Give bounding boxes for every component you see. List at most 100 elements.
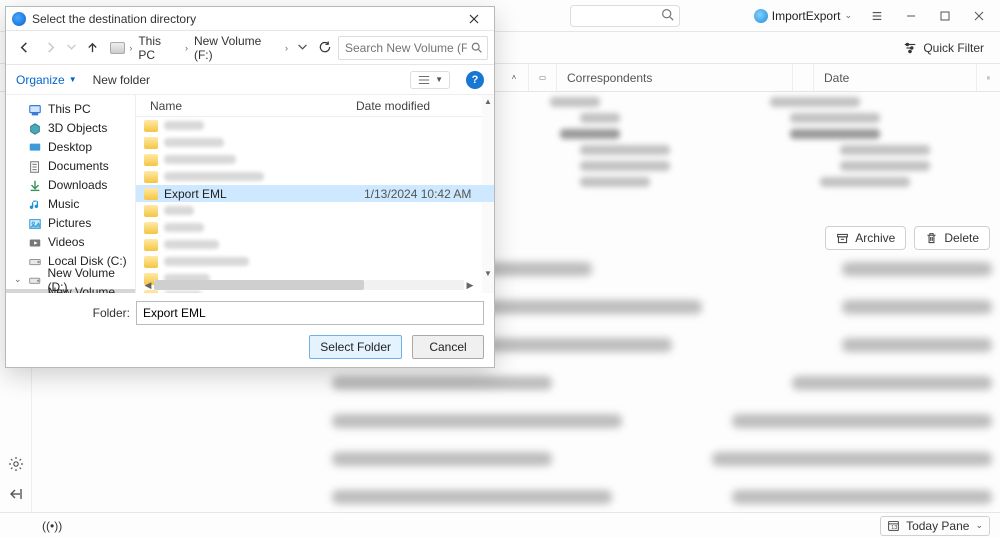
- chevron-right-icon: ›: [285, 43, 288, 53]
- nav-forward-button[interactable]: [38, 36, 62, 60]
- file-name-blurred: [164, 223, 204, 232]
- crumb-volume[interactable]: New Volume (F:): [192, 34, 281, 62]
- tree-item[interactable]: 3D Objects: [6, 118, 135, 137]
- file-name-blurred: [164, 121, 204, 130]
- folder-search-input[interactable]: [338, 36, 488, 60]
- tree-item[interactable]: Music: [6, 194, 135, 213]
- scroll-up-icon[interactable]: ▲: [482, 95, 494, 107]
- today-pane-button[interactable]: 13 Today Pane ⌄: [880, 516, 990, 536]
- file-row[interactable]: [136, 151, 494, 168]
- tree-item-label: Downloads: [48, 178, 107, 192]
- folder-icon: [144, 137, 158, 149]
- hamburger-button[interactable]: [862, 2, 892, 30]
- header-name[interactable]: Name: [136, 99, 356, 113]
- file-row[interactable]: [136, 219, 494, 236]
- file-list[interactable]: Export EML1/13/2024 10:42 AM ◀ ▶: [136, 117, 494, 293]
- chevron-right-icon: ›: [185, 43, 188, 53]
- vid-icon: [28, 236, 42, 248]
- folder-icon: [144, 239, 158, 251]
- file-row[interactable]: [136, 253, 494, 270]
- collapse-icon[interactable]: [8, 486, 24, 502]
- file-row[interactable]: [136, 134, 494, 151]
- file-panel: ▲ ▼ Name Date modified Export EML1/13/20…: [136, 95, 494, 293]
- scroll-right-icon[interactable]: ▶: [464, 279, 476, 291]
- folder-icon: [144, 256, 158, 268]
- globe-icon: [754, 9, 768, 23]
- tree-item-label: Pictures: [48, 216, 91, 230]
- breadcrumb-dropdown[interactable]: [294, 36, 310, 60]
- dialog-main: This PC3D Objects Desktop Documents Downloa…: [6, 95, 494, 293]
- folder-icon: [144, 222, 158, 234]
- file-name-blurred: [164, 240, 219, 249]
- quick-filter-button[interactable]: Quick Filter: [895, 39, 992, 57]
- header-date[interactable]: Date modified: [356, 99, 494, 113]
- down-icon: [28, 179, 42, 191]
- file-row[interactable]: [136, 117, 494, 134]
- col-config-button[interactable]: [976, 64, 1000, 91]
- tree-item[interactable]: Videos: [6, 232, 135, 251]
- file-row[interactable]: Export EML1/13/2024 10:42 AM: [136, 185, 494, 202]
- import-export-button[interactable]: ImportExport ⌄: [748, 7, 858, 25]
- delete-label: Delete: [944, 231, 979, 245]
- scroll-left-icon[interactable]: ◀: [142, 279, 154, 291]
- col-indicator[interactable]: [792, 64, 813, 91]
- disk-icon: [28, 274, 42, 286]
- file-name-blurred: [164, 291, 202, 293]
- nav-up-button[interactable]: [80, 36, 104, 60]
- file-name-blurred: [164, 155, 236, 164]
- file-name-blurred: [164, 138, 224, 147]
- tree-item[interactable]: Documents: [6, 156, 135, 175]
- col-sort-toggle[interactable]: ˄: [500, 64, 528, 91]
- col-date[interactable]: Date: [813, 64, 976, 91]
- maximize-button[interactable]: [930, 2, 960, 30]
- dialog-close-button[interactable]: [460, 9, 488, 29]
- select-folder-button[interactable]: Select Folder: [309, 335, 402, 359]
- dialog-titlebar: Select the destination directory: [6, 7, 494, 31]
- cancel-button[interactable]: Cancel: [412, 335, 484, 359]
- new-folder-button[interactable]: New folder: [93, 73, 150, 87]
- folder-tree[interactable]: This PC3D Objects Desktop Documents Downloa…: [6, 95, 136, 293]
- refresh-button[interactable]: [312, 36, 336, 60]
- import-export-label: ImportExport: [772, 9, 841, 23]
- tree-item-label: Desktop: [48, 140, 92, 154]
- close-button[interactable]: [964, 2, 994, 30]
- pic-icon: [28, 217, 42, 229]
- breadcrumb[interactable]: › This PC › New Volume (F:) ›: [106, 35, 292, 61]
- tree-item[interactable]: Downloads: [6, 175, 135, 194]
- file-row[interactable]: [136, 236, 494, 253]
- delete-button[interactable]: Delete: [914, 226, 990, 250]
- nav-recent-button[interactable]: [64, 36, 78, 60]
- organize-label: Organize: [16, 73, 65, 87]
- minimize-button[interactable]: [896, 2, 926, 30]
- crumb-this-pc[interactable]: This PC: [136, 34, 181, 62]
- col-correspondents[interactable]: Correspondents: [556, 64, 792, 91]
- scrollbar-thumb[interactable]: [154, 280, 364, 290]
- settings-icon[interactable]: [8, 456, 24, 472]
- file-row[interactable]: [136, 168, 494, 185]
- nav-back-button[interactable]: [12, 36, 36, 60]
- organize-button[interactable]: Organize ▼: [16, 73, 77, 87]
- dialog-nav: › This PC › New Volume (F:) ›: [6, 31, 494, 65]
- folder-name-input[interactable]: [136, 301, 484, 325]
- file-row[interactable]: [136, 202, 494, 219]
- col-correspondents-label: Correspondents: [567, 71, 652, 85]
- col-thread-icon[interactable]: [528, 64, 556, 91]
- search-icon: [661, 8, 674, 21]
- horizontal-scrollbar[interactable]: ◀ ▶: [142, 279, 476, 291]
- dialog-title: Select the destination directory: [32, 12, 454, 26]
- tree-item[interactable]: Pictures: [6, 213, 135, 232]
- view-mode-button[interactable]: ▼: [410, 71, 450, 89]
- disk-icon: [28, 293, 42, 294]
- tree-item[interactable]: ⌄New Volume (F:): [6, 289, 135, 293]
- archive-button[interactable]: Archive: [825, 226, 906, 250]
- 3d-icon: [28, 122, 42, 134]
- statusbar: ((•)) 13 Today Pane ⌄: [0, 512, 1000, 538]
- dialog-toolbar: Organize ▼ New folder ▼ ?: [6, 65, 494, 95]
- tree-item[interactable]: Desktop: [6, 137, 135, 156]
- tree-item[interactable]: This PC: [6, 99, 135, 118]
- folder-icon: [144, 205, 158, 217]
- expand-icon[interactable]: ⌄: [14, 274, 22, 285]
- tree-item-label: New Volume (F:): [48, 285, 135, 294]
- help-button[interactable]: ?: [466, 71, 484, 89]
- status-left: ((•)): [42, 519, 62, 533]
